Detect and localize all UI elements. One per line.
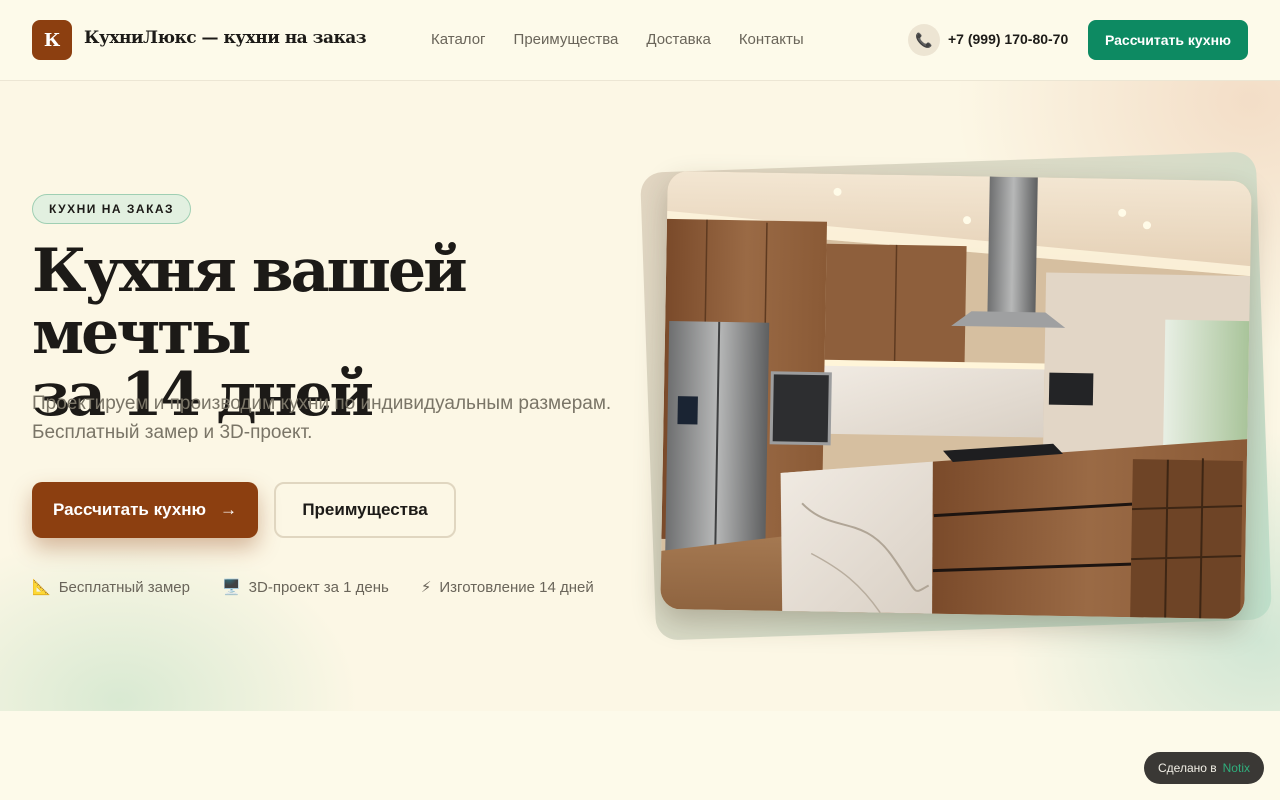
main-nav: Каталог Преимущества Доставка Контакты <box>431 31 804 48</box>
hero-badge: КУХНИ НА ЗАКАЗ <box>32 194 192 224</box>
triangle-ruler-icon: 📐 <box>32 579 51 596</box>
feature-label: Бесплатный замер <box>58 578 190 596</box>
site-header: К КухниЛюкс — кухни на заказ Каталог Пре… <box>0 0 1280 81</box>
nav-link-contacts[interactable]: Контакты <box>739 31 804 48</box>
nav-link-delivery[interactable]: Доставка <box>646 31 710 48</box>
header-calculate-button[interactable]: Рассчитать кухню <box>1088 20 1248 60</box>
made-with-prefix: Сделано в <box>1158 761 1217 775</box>
arrow-right-icon: → <box>220 500 238 519</box>
feature-item: 📐 Бесплатный замер <box>32 578 190 597</box>
logo-badge[interactable]: К <box>32 20 72 60</box>
nav-link-advantages[interactable]: Преимущества <box>514 31 619 48</box>
feature-list: 📐 Бесплатный замер 🖥️ 3D-проект за 1 ден… <box>32 578 594 597</box>
phone-number[interactable]: +7 (999) 170-80-70 <box>948 31 1068 47</box>
feature-label: 3D-проект за 1 день <box>248 578 389 596</box>
hero-calculate-button[interactable]: Рассчитать кухню → <box>32 482 258 538</box>
made-with-brand: Notix <box>1222 761 1250 775</box>
hero-advantages-button[interactable]: Преимущества <box>274 482 456 538</box>
hero-subtitle: Проектируем и производим кухни по индиви… <box>32 389 632 447</box>
brand-name[interactable]: КухниЛюкс — кухни на заказ <box>84 28 367 48</box>
made-with-badge[interactable]: Сделано в Notix <box>1144 752 1264 784</box>
monitor-icon: 🖥️ <box>221 579 241 596</box>
phone-icon: 📞 <box>908 24 940 56</box>
nav-link-catalog[interactable]: Каталог <box>431 31 486 48</box>
lightning-icon: ⚡ <box>420 579 432 596</box>
feature-item: ⚡ Изготовление 14 дней <box>420 578 594 597</box>
kitchen-image <box>660 170 1252 620</box>
hero-title-line1: Кухня вашей мечты <box>32 236 468 368</box>
kitchen-illustration <box>660 170 1252 620</box>
feature-label: Изготовление 14 дней <box>439 578 594 596</box>
feature-item: 🖥️ 3D-проект за 1 день <box>221 578 389 597</box>
hero-calculate-label: Рассчитать кухню <box>52 500 207 519</box>
hero-subtitle-line1: Проектируем и производим кухни по индиви… <box>32 393 612 414</box>
hero-subtitle-line2: Бесплатный замер и 3D-проект. <box>32 422 313 443</box>
